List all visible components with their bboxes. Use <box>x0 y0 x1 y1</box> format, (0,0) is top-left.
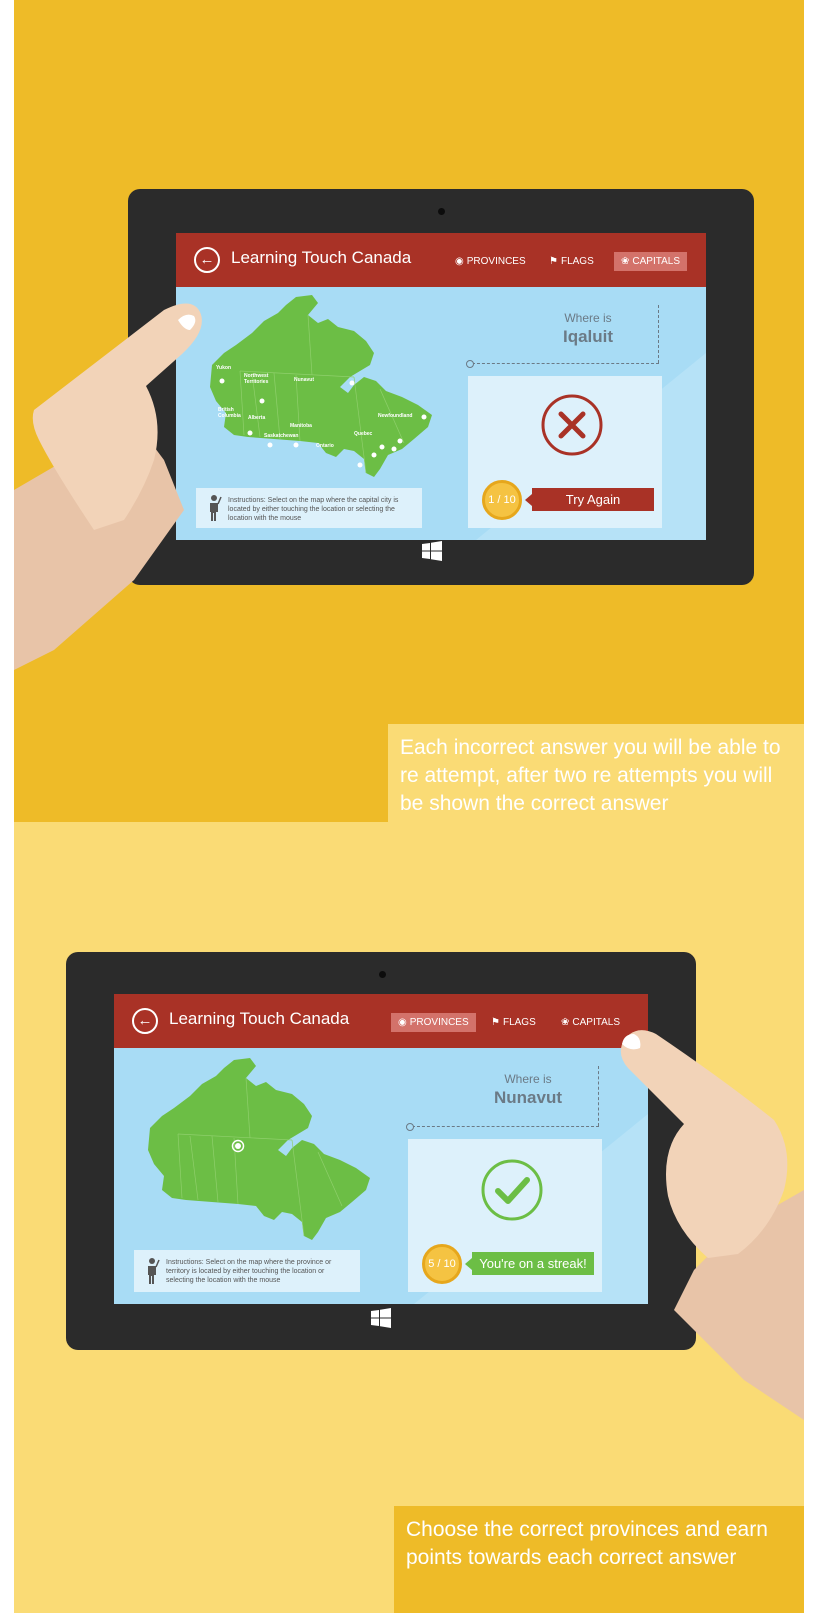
result-card: 1 / 10 Try Again <box>468 376 662 528</box>
map-label-ontario: Ontario <box>316 443 334 449</box>
camera-dot <box>438 208 445 215</box>
map-label-nunavut: Nunavut <box>294 377 314 383</box>
caption-correct-provinces: Choose the correct provinces and earn po… <box>394 1506 804 1613</box>
result-button-pointer <box>525 494 532 506</box>
canada-map[interactable]: Yukon Northwest Territories Nunavut Brit… <box>204 293 444 483</box>
leader-line-horizontal <box>472 363 659 364</box>
back-arrow-circle-icon[interactable]: ← <box>132 1008 158 1034</box>
leader-line-horizontal <box>412 1126 599 1127</box>
maple-leaf-icon: ❀ <box>561 1017 570 1028</box>
instructions-panel: Instructions: Select on the map where th… <box>196 488 422 528</box>
leader-line-vertical <box>598 1066 599 1126</box>
tab-capitals-label: CAPITALS <box>632 256 680 267</box>
result-button-pointer <box>465 1258 472 1270</box>
caption-incorrect-answer: Each incorrect answer you will be able t… <box>388 724 804 822</box>
maple-leaf-icon: ❀ <box>621 256 630 267</box>
tab-flags[interactable]: ⚑ FLAGS <box>542 252 601 271</box>
try-again-button[interactable]: Try Again <box>532 488 654 511</box>
hand-right <box>620 1030 804 1420</box>
checkmark-circle-icon <box>481 1159 543 1221</box>
back-arrow-circle-icon[interactable]: ← <box>194 247 220 273</box>
map-label-alberta: Alberta <box>248 415 265 421</box>
question-prompt: Where is <box>564 311 612 325</box>
radio-target-icon: ◉ <box>398 1017 407 1028</box>
leader-line-vertical <box>658 305 659 363</box>
tab-flags[interactable]: ⚑ FLAGS <box>484 1013 543 1032</box>
instructions-text: Instructions: Select on the map where th… <box>166 1259 332 1284</box>
map-label-yukon: Yukon <box>216 365 231 371</box>
map-label-nwt-2: Territories <box>244 379 269 385</box>
result-card: 5 / 10 You're on a streak! <box>408 1139 602 1292</box>
score-badge: 1 / 10 <box>482 480 522 520</box>
tab-capitals[interactable]: ❀ CAPITALS <box>614 252 687 271</box>
windows-logo-icon[interactable] <box>371 1308 391 1328</box>
flag-icon: ⚑ <box>491 1017 500 1028</box>
map-label-bc-2: Columbia <box>218 413 241 419</box>
radio-target-icon: ◉ <box>455 256 464 267</box>
canada-landmass <box>210 295 432 477</box>
score-badge: 5 / 10 <box>422 1244 462 1284</box>
question-place: Nunavut <box>494 1088 562 1107</box>
tablet-1: ← Learning Touch Canada ◉ PROVINCES ⚑ FLAG… <box>128 189 754 585</box>
hand-left <box>14 303 202 670</box>
streak-banner: You're on a streak! <box>472 1252 594 1275</box>
instructions-panel: Instructions: Select on the map where th… <box>134 1250 360 1292</box>
app-bar: ← Learning Touch Canada ◉ PROVINCES ⚑ FLAG… <box>176 233 706 287</box>
question-prompt: Where is <box>504 1072 552 1086</box>
screen-1: ← Learning Touch Canada ◉ PROVINCES ⚑ FLAG… <box>176 233 706 540</box>
app-title: Learning Touch Canada <box>169 1009 350 1028</box>
windows-logo-icon[interactable] <box>422 541 442 561</box>
map-label-newfoundland: Newfoundland <box>378 413 412 419</box>
tab-flags-label: FLAGS <box>560 256 594 267</box>
tab-provinces-label: PROVINCES <box>466 256 526 267</box>
tab-provinces[interactable]: ◉ PROVINCES <box>391 1013 476 1032</box>
map-label-quebec: Quebec <box>354 431 373 437</box>
canada-landmass <box>148 1058 370 1240</box>
person-pointing-icon <box>210 495 222 521</box>
tab-capitals-label: CAPITALS <box>572 1017 620 1028</box>
tablet-2: ← Learning Touch Canada ◉ PROVINCES ⚑ FLAG… <box>66 952 696 1350</box>
app-bar: ← Learning Touch Canada ◉ PROVINCES ⚑ FLAG… <box>114 994 648 1048</box>
leader-line-endpoint <box>406 1123 414 1131</box>
tab-provinces-label: PROVINCES <box>409 1017 469 1028</box>
tab-provinces[interactable]: ◉ PROVINCES <box>448 252 533 271</box>
person-pointing-icon <box>148 1258 160 1284</box>
x-circle-icon <box>541 394 603 456</box>
map-label-saskatchewan: Saskatchewan <box>264 433 298 439</box>
app-title: Learning Touch Canada <box>231 248 412 267</box>
question-place: Iqaluit <box>562 327 614 346</box>
camera-dot <box>379 971 386 978</box>
screen-2: ← Learning Touch Canada ◉ PROVINCES ⚑ FLAG… <box>114 994 648 1304</box>
tab-flags-label: FLAGS <box>502 1017 536 1028</box>
canada-map[interactable] <box>142 1056 382 1246</box>
map-label-manitoba: Manitoba <box>290 423 312 429</box>
leader-line-endpoint <box>466 360 474 368</box>
flag-icon: ⚑ <box>549 256 558 267</box>
instructions-text: Instructions: Select on the map where th… <box>228 497 399 522</box>
